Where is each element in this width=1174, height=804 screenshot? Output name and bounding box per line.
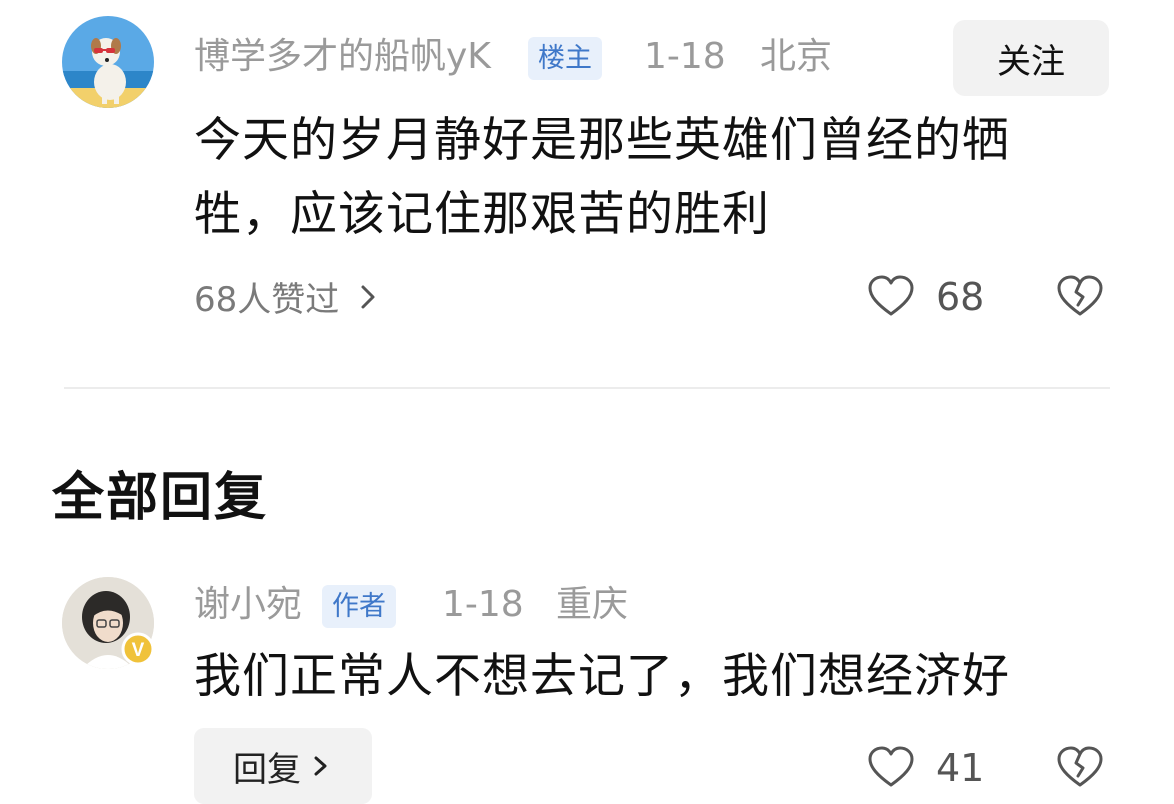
op-badge: 楼主	[528, 37, 602, 80]
likers-label: 68人赞过	[194, 280, 340, 320]
reply-location: 重庆	[556, 584, 629, 625]
comment-text: 今天的岁月静好是那些英雄们曾经的牺 牲，应该记住那艰苦的胜利	[194, 104, 1114, 252]
comment-text-line-1: 今天的岁月静好是那些英雄们曾经的牺	[194, 113, 1010, 168]
heart-icon[interactable]	[867, 745, 915, 789]
likers-link[interactable]: 68人赞过	[194, 272, 383, 321]
reply-text: 我们正常人不想去记了，我们想经济好	[194, 649, 1010, 704]
broken-heart-icon[interactable]	[1056, 274, 1104, 318]
verified-mark: V	[132, 640, 145, 661]
follow-button[interactable]: 关注	[953, 20, 1109, 96]
comment-date: 1-18	[644, 36, 726, 77]
broken-heart-icon[interactable]	[1056, 745, 1104, 789]
heart-icon[interactable]	[867, 274, 915, 318]
like-count: 68	[936, 275, 985, 319]
divider	[64, 387, 1110, 389]
author-badge: 作者	[322, 585, 396, 628]
username[interactable]: 谢小宛	[194, 587, 302, 623]
reply-button[interactable]: 回复	[194, 728, 372, 804]
dog-avatar-image	[62, 16, 154, 108]
section-title: 全部回复	[52, 468, 269, 528]
reply-date: 1-18	[442, 584, 524, 625]
username[interactable]: 博学多才的船帆yK	[194, 39, 491, 75]
reply-button-label: 回复	[233, 749, 301, 790]
comment-text-line-2: 牲，应该记住那艰苦的胜利	[194, 187, 770, 242]
avatar[interactable]	[62, 16, 154, 108]
like-count: 41	[936, 746, 985, 790]
verified-badge-icon: V	[121, 632, 155, 666]
chevron-right-icon	[314, 756, 327, 776]
comment-location: 北京	[760, 36, 833, 77]
chevron-right-icon	[361, 285, 375, 308]
